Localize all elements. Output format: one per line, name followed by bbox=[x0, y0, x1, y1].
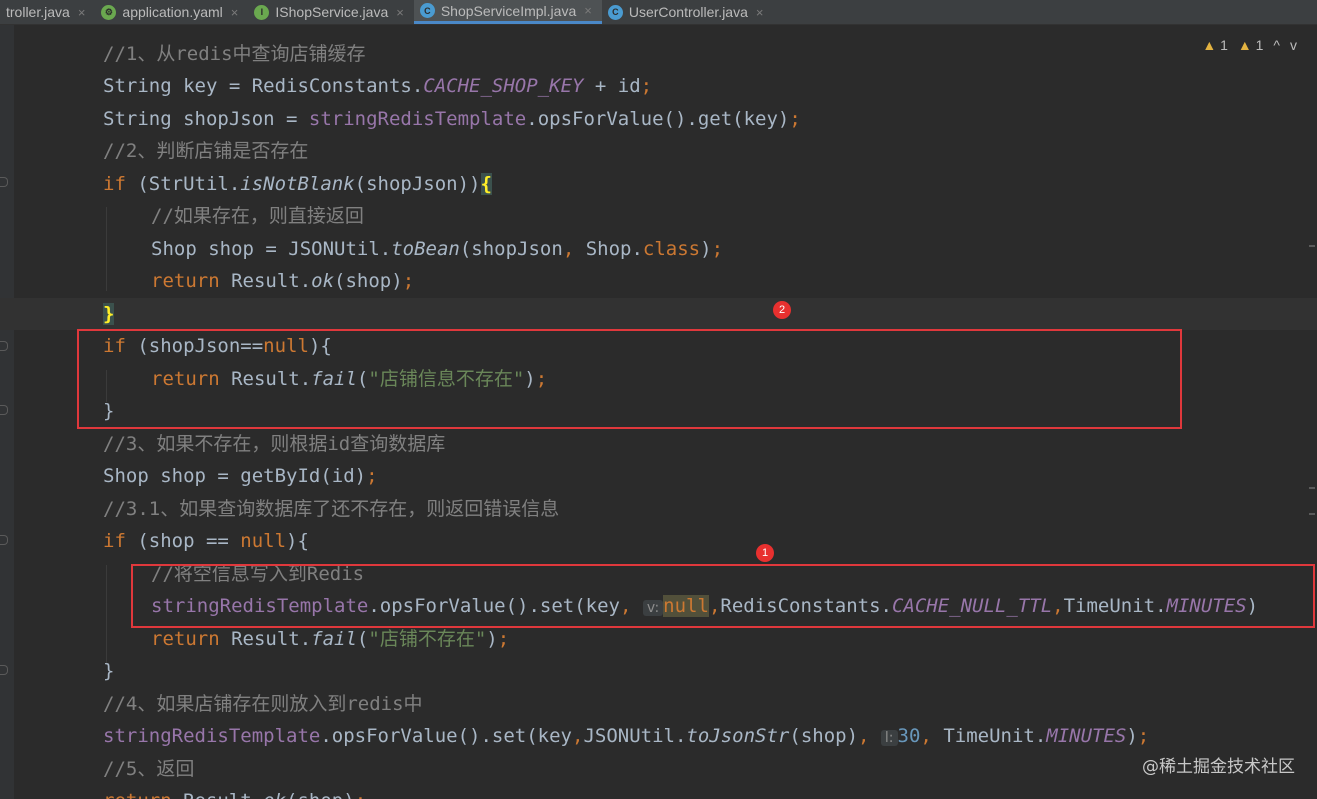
close-icon[interactable]: × bbox=[231, 5, 239, 20]
matched-brace: { bbox=[480, 173, 492, 195]
code-line-9[interactable]: } bbox=[0, 298, 1317, 330]
annotation-box-1 bbox=[131, 564, 1315, 628]
tab-usercontroller-java[interactable]: C UserController.java × bbox=[602, 0, 774, 24]
spring-yaml-icon: ⚙ bbox=[101, 4, 117, 20]
tab-label: troller.java bbox=[6, 4, 70, 20]
code-line-8[interactable]: return Result.ok(shop); bbox=[0, 265, 1317, 297]
inspection-widget[interactable]: ▲ 1 ▲ 1 ^ v bbox=[1202, 37, 1297, 53]
code-line-7[interactable]: Shop shop = JSONUtil.toBean(shopJson, Sh… bbox=[0, 233, 1317, 265]
class-icon: C bbox=[419, 3, 435, 18]
comment: //如果存在，则直接返回 bbox=[151, 205, 364, 227]
tab-label: ShopServiceImpl.java bbox=[440, 2, 577, 19]
code-line-2[interactable]: String key = RedisConstants.CACHE_SHOP_K… bbox=[0, 70, 1317, 102]
tab-label: application.yaml bbox=[122, 4, 223, 20]
code-line-22[interactable]: stringRedisTemplate.opsForValue().set(ke… bbox=[0, 720, 1317, 752]
code-line-14[interactable]: Shop shop = getById(id); bbox=[0, 460, 1317, 492]
warning-icon: ▲ bbox=[1202, 37, 1217, 53]
comment: //3.1、如果查询数据库了还不存在，则返回错误信息 bbox=[103, 498, 560, 520]
warning-group-2[interactable]: ▲ 1 bbox=[1238, 37, 1264, 53]
tab-troller-java[interactable]: troller.java × bbox=[0, 0, 95, 24]
code-editor[interactable]: //1、从redis中查询店铺缓存 String key = RedisCons… bbox=[0, 25, 1317, 799]
editor-tab-bar: troller.java × ⚙ application.yaml × I IShopSer… bbox=[0, 0, 1317, 25]
close-icon[interactable]: × bbox=[78, 5, 86, 20]
close-icon[interactable]: × bbox=[584, 3, 592, 18]
tab-label: UserController.java bbox=[628, 4, 748, 20]
parameter-hint: l: bbox=[880, 730, 898, 746]
code-line-24[interactable]: return Result.ok(shop); bbox=[0, 785, 1317, 799]
code-line-23[interactable]: //5、返回 bbox=[0, 753, 1317, 785]
tab-application-yaml[interactable]: ⚙ application.yaml × bbox=[95, 0, 248, 24]
scrollbar-marker[interactable] bbox=[1309, 487, 1315, 489]
code-line-16[interactable]: if (shop == null){ bbox=[0, 525, 1317, 557]
annotation-box-2 bbox=[77, 329, 1182, 429]
scrollbar-marker[interactable] bbox=[1309, 513, 1315, 515]
scrollbar-marker[interactable] bbox=[1309, 245, 1315, 247]
previous-highlight-button[interactable]: ^ bbox=[1273, 37, 1280, 53]
annotation-badge-2: 2 bbox=[773, 301, 791, 319]
code-line-20[interactable]: } bbox=[0, 655, 1317, 687]
warning-group-1[interactable]: ▲ 1 bbox=[1202, 37, 1228, 53]
code-line-15[interactable]: //3.1、如果查询数据库了还不存在，则返回错误信息 bbox=[0, 493, 1317, 525]
close-icon[interactable]: × bbox=[396, 5, 404, 20]
code-line-5[interactable]: if (StrUtil.isNotBlank(shopJson)){ bbox=[0, 168, 1317, 200]
code-line-4[interactable]: //2、判断店铺是否存在 bbox=[0, 135, 1317, 167]
interface-icon: I bbox=[254, 4, 270, 20]
comment: //5、返回 bbox=[103, 758, 195, 780]
tab-ishopservice-java[interactable]: I IShopService.java × bbox=[248, 0, 413, 24]
class-icon: C bbox=[607, 4, 623, 20]
warning-icon: ▲ bbox=[1237, 37, 1252, 53]
code-line-1[interactable]: //1、从redis中查询店铺缓存 bbox=[0, 38, 1317, 70]
close-icon[interactable]: × bbox=[756, 5, 764, 20]
matched-brace: } bbox=[103, 303, 115, 325]
code-line-3[interactable]: String shopJson = stringRedisTemplate.op… bbox=[0, 103, 1317, 135]
code-line-13[interactable]: //3、如果不存在，则根据id查询数据库 bbox=[0, 428, 1317, 460]
annotation-badge-1: 1 bbox=[756, 544, 774, 562]
tab-shopserviceimpl-java[interactable]: C ShopServiceImpl.java × bbox=[413, 0, 602, 24]
code-line-21[interactable]: //4、如果店铺存在则放入到redis中 bbox=[0, 688, 1317, 720]
watermark: @稀土掘金技术社区 bbox=[1142, 757, 1295, 777]
comment: //3、如果不存在，则根据id查询数据库 bbox=[103, 433, 446, 455]
comment: //1、从redis中查询店铺缓存 bbox=[103, 43, 366, 65]
code-line-6[interactable]: //如果存在，则直接返回 bbox=[0, 200, 1317, 232]
comment: //2、判断店铺是否存在 bbox=[103, 140, 309, 162]
next-highlight-button[interactable]: v bbox=[1290, 37, 1297, 53]
tab-label: IShopService.java bbox=[275, 4, 389, 20]
comment: //4、如果店铺存在则放入到redis中 bbox=[103, 693, 423, 715]
